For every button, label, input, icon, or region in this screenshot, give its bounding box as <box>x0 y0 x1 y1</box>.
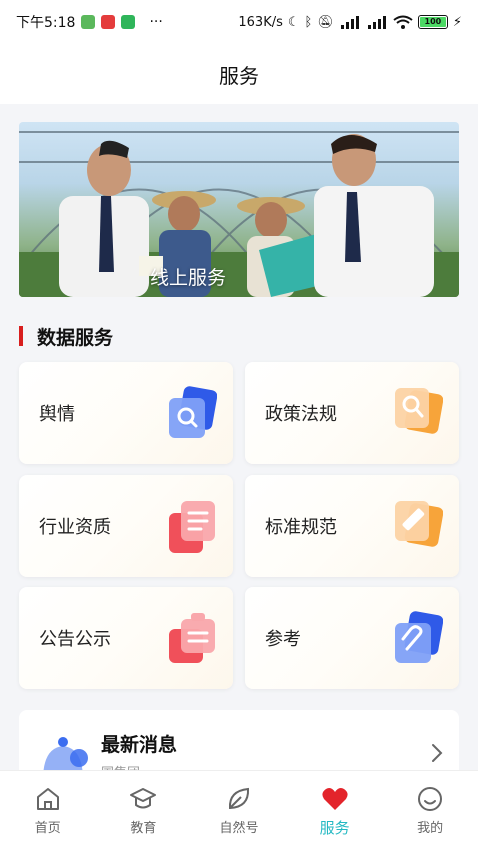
phone-icon <box>121 15 136 29</box>
status-time: 下午5:18 <box>16 15 76 31</box>
mute-icon: 🔕︎ <box>317 14 334 30</box>
signal-icon <box>340 16 359 29</box>
smile-icon <box>418 787 443 811</box>
card-label: 舆情 <box>39 404 75 425</box>
battery-icon: 100 <box>417 15 448 29</box>
signal-icon <box>367 16 386 29</box>
bottom-navigation: 首页 教育 自然号 服务 我的 <box>0 770 478 850</box>
card-standards[interactable]: 标准规范 <box>245 475 459 577</box>
link-icon <box>395 611 443 663</box>
status-bar: 下午5:18 ··· 163K/s ☾ ᛒ 🔕︎ 100 ⚡︎ <box>0 0 478 44</box>
more-dots: ··· <box>149 14 163 30</box>
news-title: 最新消息 <box>101 734 178 756</box>
card-label: 标准规范 <box>265 517 337 538</box>
card-announcement[interactable]: 公告公示 <box>19 587 233 689</box>
nav-mine[interactable]: 我的 <box>385 771 475 850</box>
app-notification-icon <box>81 15 96 29</box>
card-label: 政策法规 <box>265 404 337 425</box>
nav-service[interactable]: 服务 <box>290 771 380 850</box>
graduation-cap-icon <box>130 788 157 809</box>
banner-image <box>19 131 459 297</box>
chevron-right-icon <box>432 744 443 762</box>
document-icon <box>169 501 215 553</box>
nav-label: 自然号 <box>219 821 259 836</box>
section-title: 数据服务 <box>19 322 113 350</box>
notice-icon <box>169 613 215 663</box>
section-title-text: 数据服务 <box>37 326 114 349</box>
section-accent-bar <box>19 326 23 346</box>
bluetooth-icon: ᛒ <box>304 14 313 30</box>
leaf-icon <box>228 787 249 810</box>
card-label: 公告公示 <box>39 629 111 650</box>
app-notification-icon <box>101 15 116 29</box>
nav-education[interactable]: 教育 <box>98 771 188 850</box>
nav-nature[interactable]: 自然号 <box>194 771 284 850</box>
card-qualification[interactable]: 行业资质 <box>19 475 233 577</box>
banner-carousel[interactable] <box>19 122 459 297</box>
search-doc-icon <box>169 386 217 438</box>
nav-label: 我的 <box>417 821 444 836</box>
heart-icon <box>321 788 348 810</box>
policy-search-icon <box>395 388 443 434</box>
card-policy[interactable]: 政策法规 <box>245 362 459 464</box>
ruler-icon <box>395 501 443 547</box>
wifi-icon <box>393 15 413 29</box>
page-header: 服务 <box>0 44 478 104</box>
card-reference[interactable]: 参考 <box>245 587 459 689</box>
nav-label: 教育 <box>130 821 157 836</box>
nav-home[interactable]: 首页 <box>3 771 93 850</box>
charging-icon: ⚡︎ <box>452 14 462 30</box>
card-label: 行业资质 <box>39 517 111 538</box>
page-title: 服务 <box>219 63 259 88</box>
nav-label: 服务 <box>319 819 350 837</box>
nav-label: 首页 <box>34 821 61 836</box>
banner-caption: 线上服务 <box>150 267 227 289</box>
card-yuqing[interactable]: 舆情 <box>19 362 233 464</box>
card-label: 参考 <box>265 629 301 650</box>
home-icon <box>36 788 59 810</box>
network-speed: 163K/s <box>238 14 283 30</box>
moon-icon: ☾ <box>287 14 300 30</box>
